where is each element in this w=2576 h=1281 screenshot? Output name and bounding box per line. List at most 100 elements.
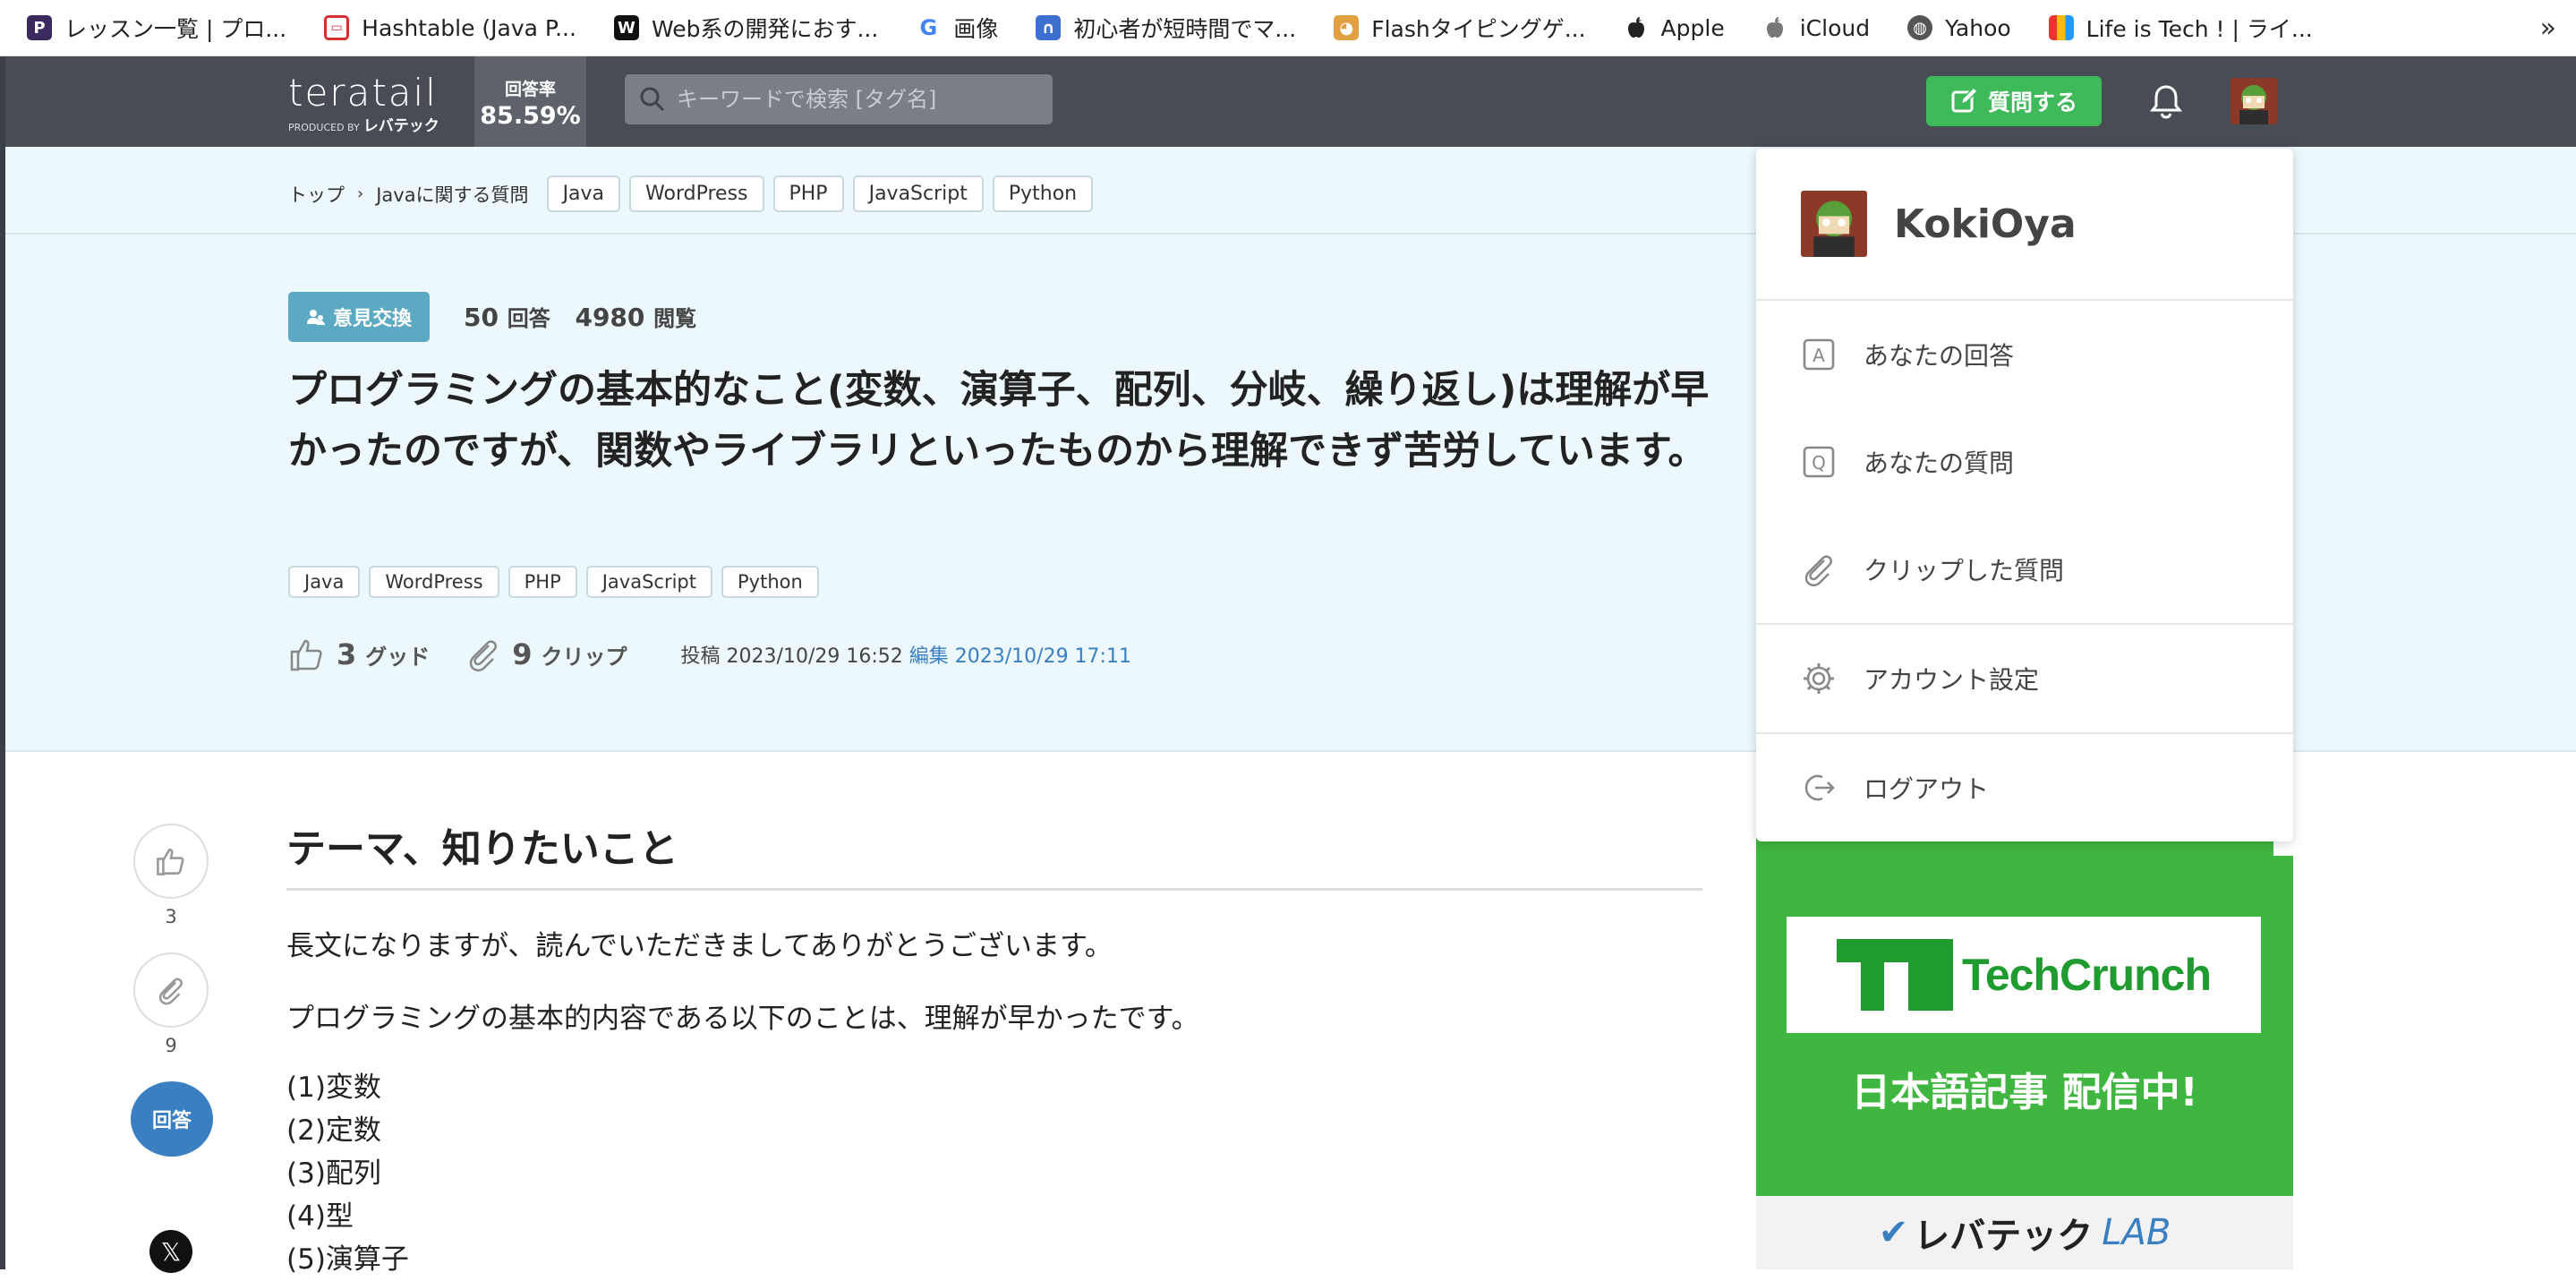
- bookmark-label: Flashタイピングゲ...: [1371, 16, 1586, 42]
- good-label: グッド: [365, 644, 431, 670]
- bookmark-label: Life is Tech ! | ライ...: [2086, 16, 2313, 42]
- thumbs-up-icon[interactable]: [288, 636, 326, 673]
- techcrunch-logo-icon: [1837, 939, 1953, 1011]
- svg-text:A: A: [1813, 345, 1825, 366]
- search-box[interactable]: [625, 74, 1053, 124]
- posted-at: 2023/10/29 16:52: [726, 645, 903, 668]
- edited-label[interactable]: 編集: [909, 645, 949, 668]
- bookmark-item[interactable]: ◍ Yahoo: [1907, 15, 2011, 41]
- bookmark-item[interactable]: Apple: [1623, 14, 1725, 41]
- views-count: 4980: [575, 303, 645, 332]
- menu-item-label: あなたの質問: [1864, 448, 2015, 478]
- bookmark-item[interactable]: G 画像: [916, 12, 998, 44]
- list-item: (4)型: [286, 1200, 354, 1233]
- edited-at[interactable]: 2023/10/29 17:11: [955, 645, 1131, 668]
- good-count: 3: [337, 637, 357, 671]
- bookmark-item[interactable]: ▭ Hashtable (Java P...: [324, 15, 576, 41]
- question-icon: Q: [1803, 446, 1835, 478]
- ask-question-label: 質問する: [1987, 90, 2077, 115]
- techcrunch-banner[interactable]: TechCrunch: [1787, 917, 2261, 1033]
- menu-user-header[interactable]: KokiOya: [1756, 149, 2293, 301]
- answer-button[interactable]: 回答: [131, 1081, 213, 1157]
- site-logo[interactable]: teratail PRODUCED BY レバテック: [288, 71, 439, 135]
- tag-link[interactable]: WordPress: [629, 175, 764, 212]
- breadcrumb-tags: Java WordPress PHP JavaScript Python: [546, 175, 1103, 212]
- svg-text:Q: Q: [1812, 452, 1826, 474]
- clip-icon: [1804, 555, 1832, 587]
- breadcrumb-top-link[interactable]: トップ: [288, 181, 345, 208]
- bookmark-item[interactable]: ∩ 初心者が短時間でマ...: [1036, 12, 1296, 44]
- bookmark-favicon-icon: P: [27, 15, 52, 40]
- tag-link[interactable]: PHP: [772, 175, 844, 212]
- answer-icon: A: [1803, 338, 1835, 371]
- check-icon: ✔: [1878, 1212, 1909, 1253]
- answers-unit: 回答: [507, 306, 550, 331]
- menu-item-your-answers[interactable]: A あなたの回答: [1756, 301, 2293, 408]
- ad-footer-lab: LAB: [2102, 1212, 2171, 1253]
- post-meta: 投稿 2023/10/29 16:52 編集 2023/10/29 17:11: [681, 640, 1131, 669]
- breadcrumb: トップ › Javaに関する質問 Java WordPress PHP Java…: [288, 175, 1102, 212]
- clip-count: 9: [165, 1035, 177, 1056]
- paperclip-icon[interactable]: [465, 636, 501, 672]
- action-column: 3 9 回答 𝕏: [131, 824, 213, 1273]
- advertisement[interactable]: ^ TechCrunch 日本語記事 配信中! ✔ レバテック LAB: [1756, 836, 2293, 1269]
- menu-item-label: クリップした質問: [1864, 556, 2065, 585]
- ad-headline: 日本語記事 配信中!: [1851, 1070, 2198, 1115]
- tiger-icon: ◕: [1334, 15, 1360, 40]
- site-header: teratail PRODUCED BYレバテック 回答率 85.59% 質問す…: [5, 56, 2576, 147]
- globe-icon: ◍: [1907, 15, 1933, 40]
- clip-button[interactable]: [133, 952, 209, 1028]
- x-share-icon[interactable]: 𝕏: [149, 1230, 192, 1273]
- tag-link[interactable]: Java: [546, 175, 621, 212]
- answer-rate-label: 回答率: [504, 80, 556, 99]
- discussion-badge-label: 意見交換: [332, 308, 412, 330]
- ad-footer: ✔ レバテック LAB: [1756, 1196, 2293, 1269]
- apple-icon: [1623, 15, 1649, 40]
- answer-rate-value: 85.59%: [480, 102, 581, 130]
- tag-link[interactable]: PHP: [508, 566, 577, 598]
- question-body: テーマ、知りたいこと 長文になりますが、読んでいただきましてありがとうございます…: [286, 816, 1702, 1281]
- tag-link[interactable]: Python: [992, 175, 1094, 212]
- tag-link[interactable]: JavaScript: [852, 175, 984, 212]
- list-item: (5)演算子: [286, 1243, 409, 1276]
- question-title: プログラミングの基本的なこと(変数、演算子、配列、分岐、繰り返し)は理解が早かっ…: [288, 368, 1710, 474]
- bookmark-item[interactable]: Life is Tech ! | ライ...: [2048, 12, 2313, 44]
- menu-item-account-settings[interactable]: アカウント設定: [1756, 625, 2293, 732]
- bell-icon[interactable]: [2149, 83, 2183, 123]
- bookmark-item[interactable]: ◕ Flashタイピングゲ...: [1334, 12, 1586, 44]
- menu-item-logout[interactable]: ログアウト: [1756, 734, 2293, 841]
- tag-link[interactable]: JavaScript: [585, 566, 713, 598]
- bookmark-label: Apple: [1660, 14, 1725, 41]
- logout-icon: [1804, 774, 1835, 801]
- views-unit: 閲覧: [653, 306, 697, 331]
- bookmark-label: 初心者が短時間でマ...: [1073, 16, 1297, 42]
- menu-item-label: ログアウト: [1864, 774, 1990, 804]
- bookmark-item[interactable]: iCloud: [1761, 15, 1870, 41]
- bookmark-item[interactable]: P レッスン一覧 | プロ...: [27, 12, 286, 44]
- tag-link[interactable]: WordPress: [369, 566, 499, 598]
- menu-item-clipped-questions[interactable]: クリップした質問: [1756, 516, 2293, 623]
- question-stats: 50 回答 4980 閲覧: [464, 301, 712, 332]
- tag-link[interactable]: Python: [721, 566, 819, 598]
- clip-count: 9: [512, 637, 533, 671]
- bookmark-label: レッスン一覧 | プロ...: [64, 16, 287, 42]
- chevron-double-right-icon[interactable]: »: [2540, 13, 2556, 44]
- list-item: (2)定数: [286, 1114, 381, 1147]
- bookmark-item[interactable]: W Web系の開発におす...: [613, 12, 878, 44]
- ask-question-button[interactable]: 質問する: [1926, 76, 2102, 126]
- menu-item-your-questions[interactable]: Q あなたの質問: [1756, 408, 2293, 516]
- list-item: (1)変数: [286, 1072, 381, 1104]
- user-dropdown-menu: KokiOya A あなたの回答 Q あなたの質問 クリップした質問 アカウント…: [1756, 149, 2293, 841]
- breadcrumb-category-link[interactable]: Javaに関する質問: [376, 181, 528, 208]
- search-input[interactable]: [677, 87, 1035, 112]
- bookmarks-bar: P レッスン一覧 | プロ... ▭ Hashtable (Java P... WW…: [0, 0, 2576, 56]
- user-avatar[interactable]: [2231, 78, 2277, 124]
- bookmark-label: Yahoo: [1945, 14, 2011, 41]
- posted-label: 投稿: [680, 645, 721, 668]
- ad-brand: TechCrunch: [1962, 950, 2212, 1000]
- tag-link[interactable]: Java: [288, 566, 361, 598]
- logo-text: teratail: [288, 71, 438, 115]
- search-icon: [640, 87, 665, 112]
- good-button[interactable]: [133, 824, 209, 899]
- google-icon: G: [916, 15, 942, 40]
